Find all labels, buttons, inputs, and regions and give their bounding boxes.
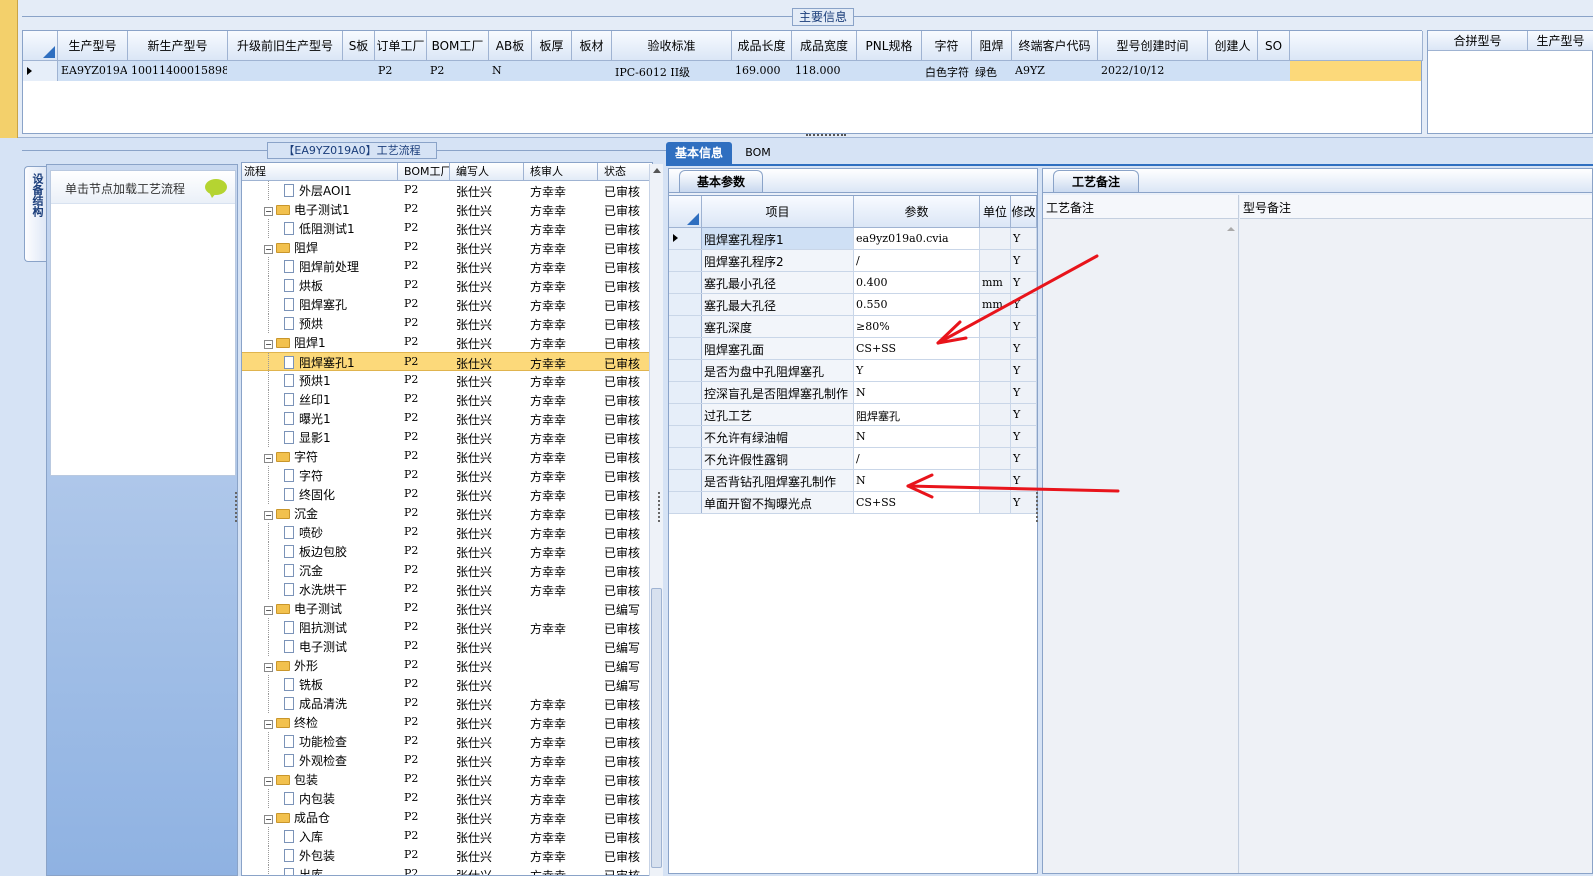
arrow-2-icon xyxy=(906,473,1120,499)
annotation-arrows xyxy=(906,254,1120,499)
arrow-1-icon xyxy=(936,254,1099,345)
